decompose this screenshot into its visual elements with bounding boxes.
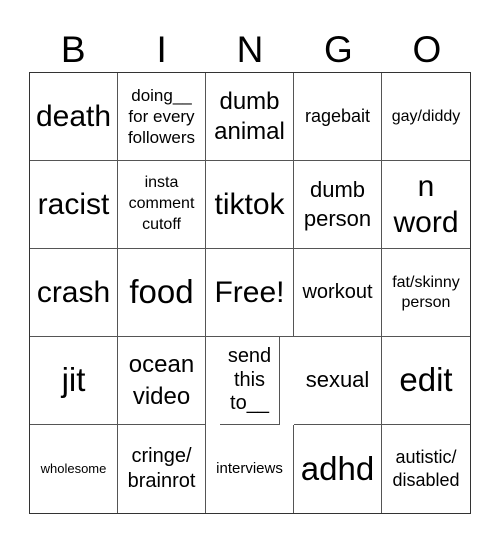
bingo-header: B I N G O (29, 28, 471, 72)
bingo-cell[interactable]: ocean video (118, 337, 206, 425)
bingo-cell[interactable]: racist (30, 161, 118, 249)
bingo-cell[interactable]: edit (382, 337, 470, 425)
bingo-cell[interactable]: n word (382, 161, 470, 249)
bingo-cell[interactable]: dumb animal (206, 73, 294, 161)
bingo-cell[interactable]: send this to__ (220, 337, 280, 425)
bingo-cell[interactable]: dumb person (294, 161, 382, 249)
header-letter-b: B (60, 29, 86, 70)
bingo-cell[interactable]: adhd (294, 425, 382, 513)
bingo-cell[interactable]: death (30, 73, 118, 161)
bingo-cell[interactable]: autistic/ disabled (382, 425, 470, 513)
bingo-cell[interactable]: workout (294, 249, 382, 337)
bingo-cell[interactable]: insta comment cutoff (118, 161, 206, 249)
bingo-cell[interactable]: crash (30, 249, 118, 337)
bingo-grid: death doing__ for every followers dumb a… (29, 72, 471, 514)
bingo-cell[interactable]: doing__ for every followers (118, 73, 206, 161)
bingo-cell[interactable]: fat/skinny person (382, 249, 470, 337)
bingo-cell[interactable]: jit (30, 337, 118, 425)
header-letter-i: I (156, 29, 167, 70)
bingo-cell[interactable]: interviews (206, 425, 294, 513)
header-letter-g: G (324, 29, 353, 70)
bingo-cell[interactable]: Free! (206, 249, 294, 337)
bingo-cell[interactable]: ragebait (294, 73, 382, 161)
bingo-cell[interactable]: cringe/ brainrot (118, 425, 206, 513)
bingo-cell[interactable]: sexual (294, 337, 382, 425)
bingo-cell[interactable]: food (118, 249, 206, 337)
bingo-cell[interactable]: tiktok (206, 161, 294, 249)
bingo-cell[interactable]: wholesome (30, 425, 118, 513)
header-letter-o: O (412, 29, 442, 70)
bingo-cell[interactable]: gay/diddy (382, 73, 470, 161)
header-letter-n: N (236, 29, 264, 70)
